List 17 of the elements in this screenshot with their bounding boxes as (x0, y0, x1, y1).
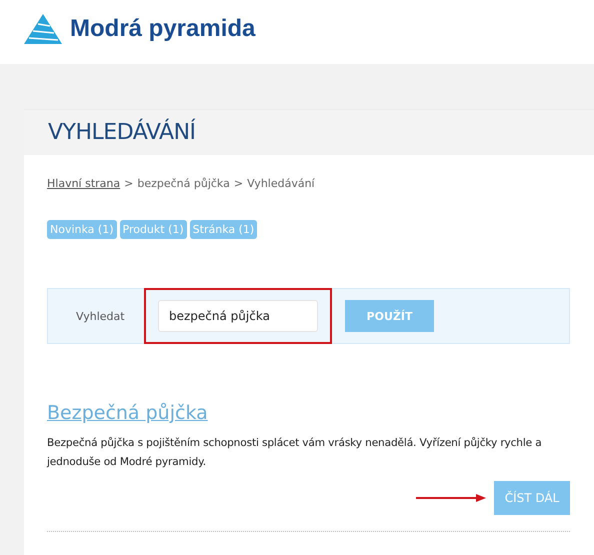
result-description: Bezpečná půjčka s pojištěním schopnosti splácet vám vrásky nenadělá. Vyřízení půjčky rychle a jednoduše od Modré pyramidy. (47, 436, 543, 470)
apply-button[interactable]: POUŽÍT (345, 300, 434, 332)
filter-tag[interactable]: Novinka (1) (47, 220, 116, 239)
filter-tag[interactable]: Stránka (1) (190, 220, 258, 239)
page-title: VYHLEDÁVÁNÍ (48, 120, 196, 145)
filter-tag[interactable]: Produkt (1) (120, 220, 187, 239)
breadcrumb-link[interactable]: Hlavní strana (47, 177, 120, 190)
breadcrumb-item: bezpečná půjčka (137, 177, 230, 190)
pyramid-logo-icon (24, 14, 62, 44)
read-more-button[interactable]: ČÍST DÁL (494, 481, 570, 515)
search-label: Vyhledat (75, 310, 126, 322)
breadcrumb-separator: > (124, 177, 134, 190)
logo-text: Modrá pyramida (70, 15, 256, 43)
result-title-link[interactable]: Bezpečná půjčka (47, 402, 208, 424)
breadcrumb-separator: > (234, 177, 244, 190)
search-field[interactable]: bezpečná půjčka (158, 300, 318, 332)
breadcrumb-item: Vyhledávání (247, 177, 315, 190)
